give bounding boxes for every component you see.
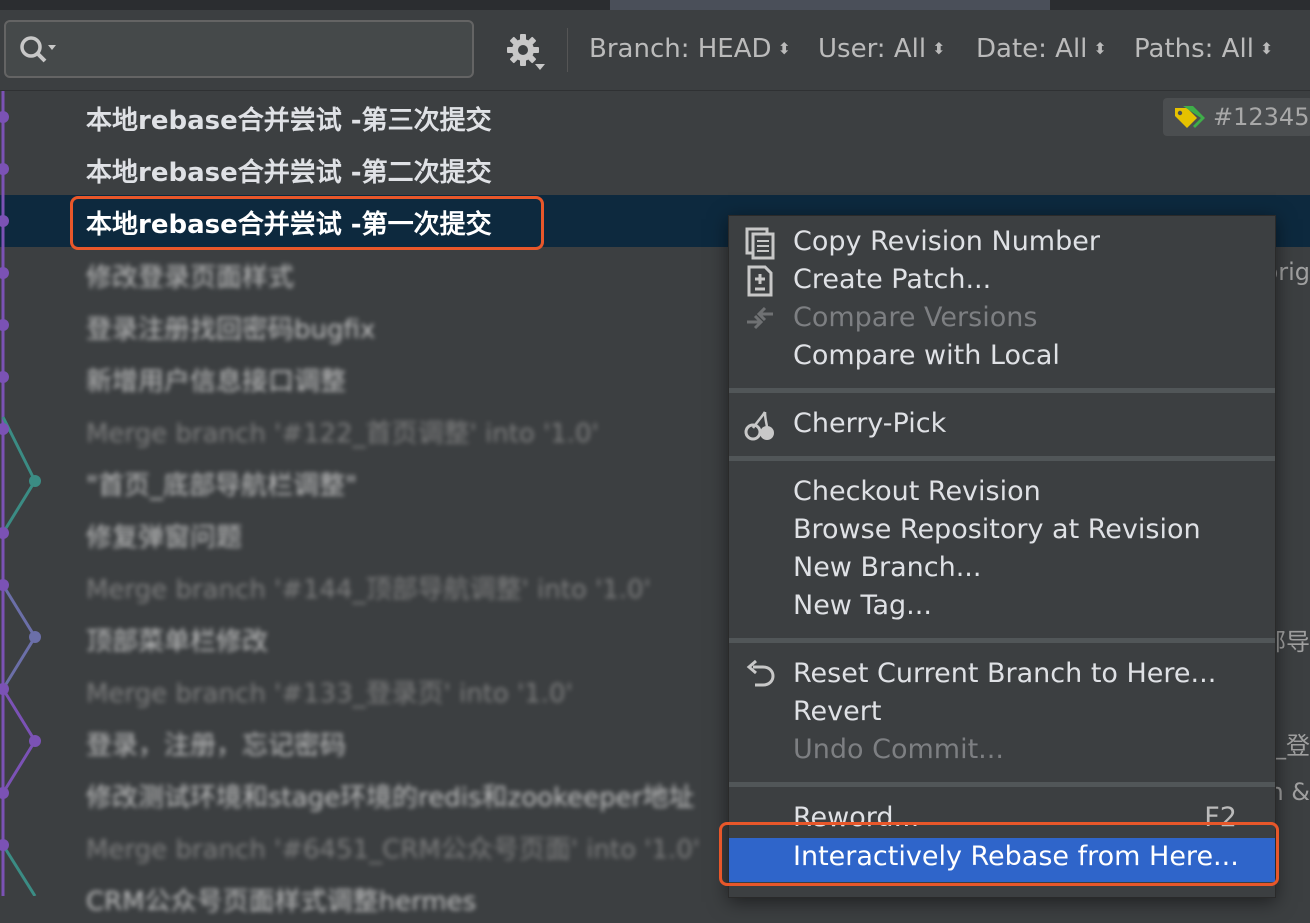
commit-message: Merge branch '#133_登录页' into '1.0' — [86, 679, 573, 709]
menu-item-compare-versions: Compare Versions — [793, 302, 1038, 333]
gear-icon[interactable] — [503, 30, 547, 74]
commit-message: 修改测试环境和stage环境的redis和zookeeper地址 — [86, 783, 695, 813]
tag-icon — [1175, 106, 1205, 128]
table-row[interactable]: 本地rebase合并尝试 -第二次提交 — [0, 143, 1310, 195]
menu-item-undo-commit: Undo Commit... — [793, 734, 1004, 765]
user-filter[interactable]: User: All ⬍ — [818, 34, 945, 64]
menu-item-reset-current-branch[interactable]: Reset Current Branch to Here... — [793, 658, 1216, 689]
annotation-box-selected-commit — [70, 196, 544, 250]
commit-message: 修改登录页面样式 — [86, 263, 295, 293]
updown-arrow-icon: ⬍ — [1093, 39, 1107, 58]
paths-filter-label: Paths: All — [1134, 34, 1254, 64]
context-menu: Copy Revision Number Create Patch... Com… — [728, 215, 1276, 898]
commit-message: Merge branch '#144_顶部导航调整' into '1.0' — [86, 575, 651, 605]
cherry-icon — [744, 411, 774, 441]
copy-icon — [745, 227, 775, 260]
compare-icon — [747, 306, 773, 330]
updown-arrow-icon: ⬍ — [777, 39, 791, 58]
commit-message: 本地rebase合并尝试 -第三次提交 — [86, 106, 492, 136]
commit-message: 登录注册找回密码bugfix — [86, 315, 376, 345]
menu-item-new-branch[interactable]: New Branch... — [793, 552, 981, 583]
commit-message: "首页_底部导航栏调整" — [86, 471, 357, 501]
menu-separator — [729, 638, 1275, 643]
top-tab-segment — [610, 0, 1050, 10]
user-filter-label: User: All — [818, 34, 927, 64]
commit-message: 新增用户信息接口调整 — [86, 367, 347, 397]
menu-item-create-patch[interactable]: Create Patch... — [793, 264, 991, 295]
commit-graph — [0, 91, 41, 896]
menu-item-browse-repository[interactable]: Browse Repository at Revision — [793, 514, 1201, 545]
search-input[interactable] — [4, 20, 474, 78]
commit-message: 登录，注册，忘记密码 — [86, 731, 347, 761]
commit-message: 修复弹窗问题 — [86, 523, 243, 553]
menu-separator — [729, 782, 1275, 787]
log-toolbar: Branch: HEAD ⬍ User: All ⬍ Date: All ⬍ Path… — [0, 10, 1310, 91]
commit-message: 顶部菜单栏修改 — [86, 627, 269, 657]
menu-item-new-tag[interactable]: New Tag... — [793, 590, 932, 621]
menu-item-cherry-pick[interactable]: Cherry-Pick — [793, 408, 946, 439]
menu-separator — [729, 456, 1275, 461]
menu-item-compare-with-local[interactable]: Compare with Local — [793, 340, 1060, 371]
date-filter-label: Date: All — [976, 34, 1088, 64]
date-filter[interactable]: Date: All ⬍ — [976, 34, 1107, 64]
menu-separator — [729, 388, 1275, 393]
patch-icon — [747, 265, 773, 297]
updown-arrow-icon: ⬍ — [1259, 39, 1274, 58]
updown-arrow-icon: ⬍ — [932, 39, 946, 58]
search-icon[interactable] — [18, 34, 58, 66]
commit-message: Merge branch '#122_首页调整' into '1.0' — [86, 419, 599, 449]
branch-filter-label: Branch: HEAD — [589, 34, 772, 64]
ref-tag: #12345 — [1163, 98, 1310, 136]
menu-item-copy-revision-number[interactable]: Copy Revision Number — [793, 226, 1100, 257]
commit-message: CRM公众号页面样式调整hermes — [86, 887, 477, 917]
paths-filter[interactable]: Paths: All ⬍ — [1134, 34, 1273, 64]
commit-message: Merge branch '#6451_CRM公众号页面' into '1.0' — [86, 835, 700, 865]
commit-message: 本地rebase合并尝试 -第二次提交 — [86, 158, 492, 188]
branch-filter[interactable]: Branch: HEAD ⬍ — [589, 34, 791, 64]
toolbar-separator — [567, 28, 568, 72]
undo-icon — [746, 659, 775, 687]
annotation-box-rebase-item — [719, 822, 1279, 886]
menu-item-revert[interactable]: Revert — [793, 696, 881, 727]
tag-label: #12345 — [1213, 103, 1310, 131]
top-window-strip — [0, 0, 1310, 10]
menu-item-checkout-revision[interactable]: Checkout Revision — [793, 476, 1041, 507]
table-row[interactable]: 本地rebase合并尝试 -第三次提交 — [0, 91, 1310, 143]
